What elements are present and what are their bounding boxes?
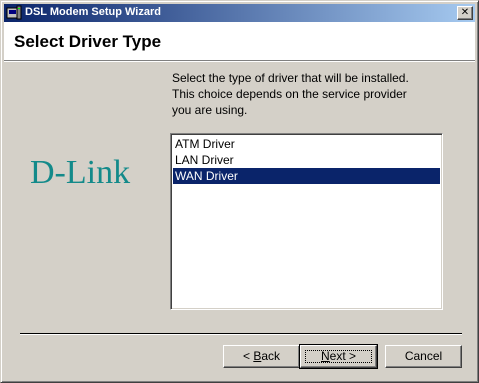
next-button[interactable]: Next >	[299, 344, 378, 369]
driver-type-listbox[interactable]: ATM Driver LAN Driver WAN Driver	[170, 133, 443, 310]
instructions-text: Select the type of driver that will be i…	[172, 70, 462, 118]
instructions-line-1: Select the type of driver that will be i…	[172, 71, 409, 85]
page-title: Select Driver Type	[14, 32, 162, 51]
close-icon: ✕	[460, 7, 470, 18]
window-title: DSL Modem Setup Wizard	[25, 6, 161, 18]
list-item-atm-driver[interactable]: ATM Driver	[173, 136, 440, 152]
header-divider-highlight	[4, 61, 475, 62]
list-item-lan-driver[interactable]: LAN Driver	[173, 152, 440, 168]
cancel-button-label: Cancel	[404, 349, 443, 363]
setup-wizard-icon	[6, 5, 22, 21]
back-button-label: < Back	[242, 349, 281, 363]
instructions-line-3: you are using.	[172, 103, 248, 117]
title-bar[interactable]: DSL Modem Setup Wizard ✕	[4, 4, 475, 22]
back-button[interactable]: < Back	[223, 345, 300, 368]
wizard-header: Select Driver Type	[4, 22, 475, 60]
footer-divider-highlight	[20, 334, 462, 335]
cancel-button[interactable]: Cancel	[385, 345, 462, 368]
dlink-logo: D-Link	[30, 154, 131, 191]
next-button-label: Next >	[320, 349, 357, 363]
wizard-window: DSL Modem Setup Wizard ✕ Select Driver T…	[0, 0, 479, 383]
list-item-wan-driver[interactable]: WAN Driver	[173, 168, 440, 184]
close-button[interactable]: ✕	[457, 6, 473, 20]
instructions-line-2: This choice depends on the service provi…	[172, 87, 407, 101]
